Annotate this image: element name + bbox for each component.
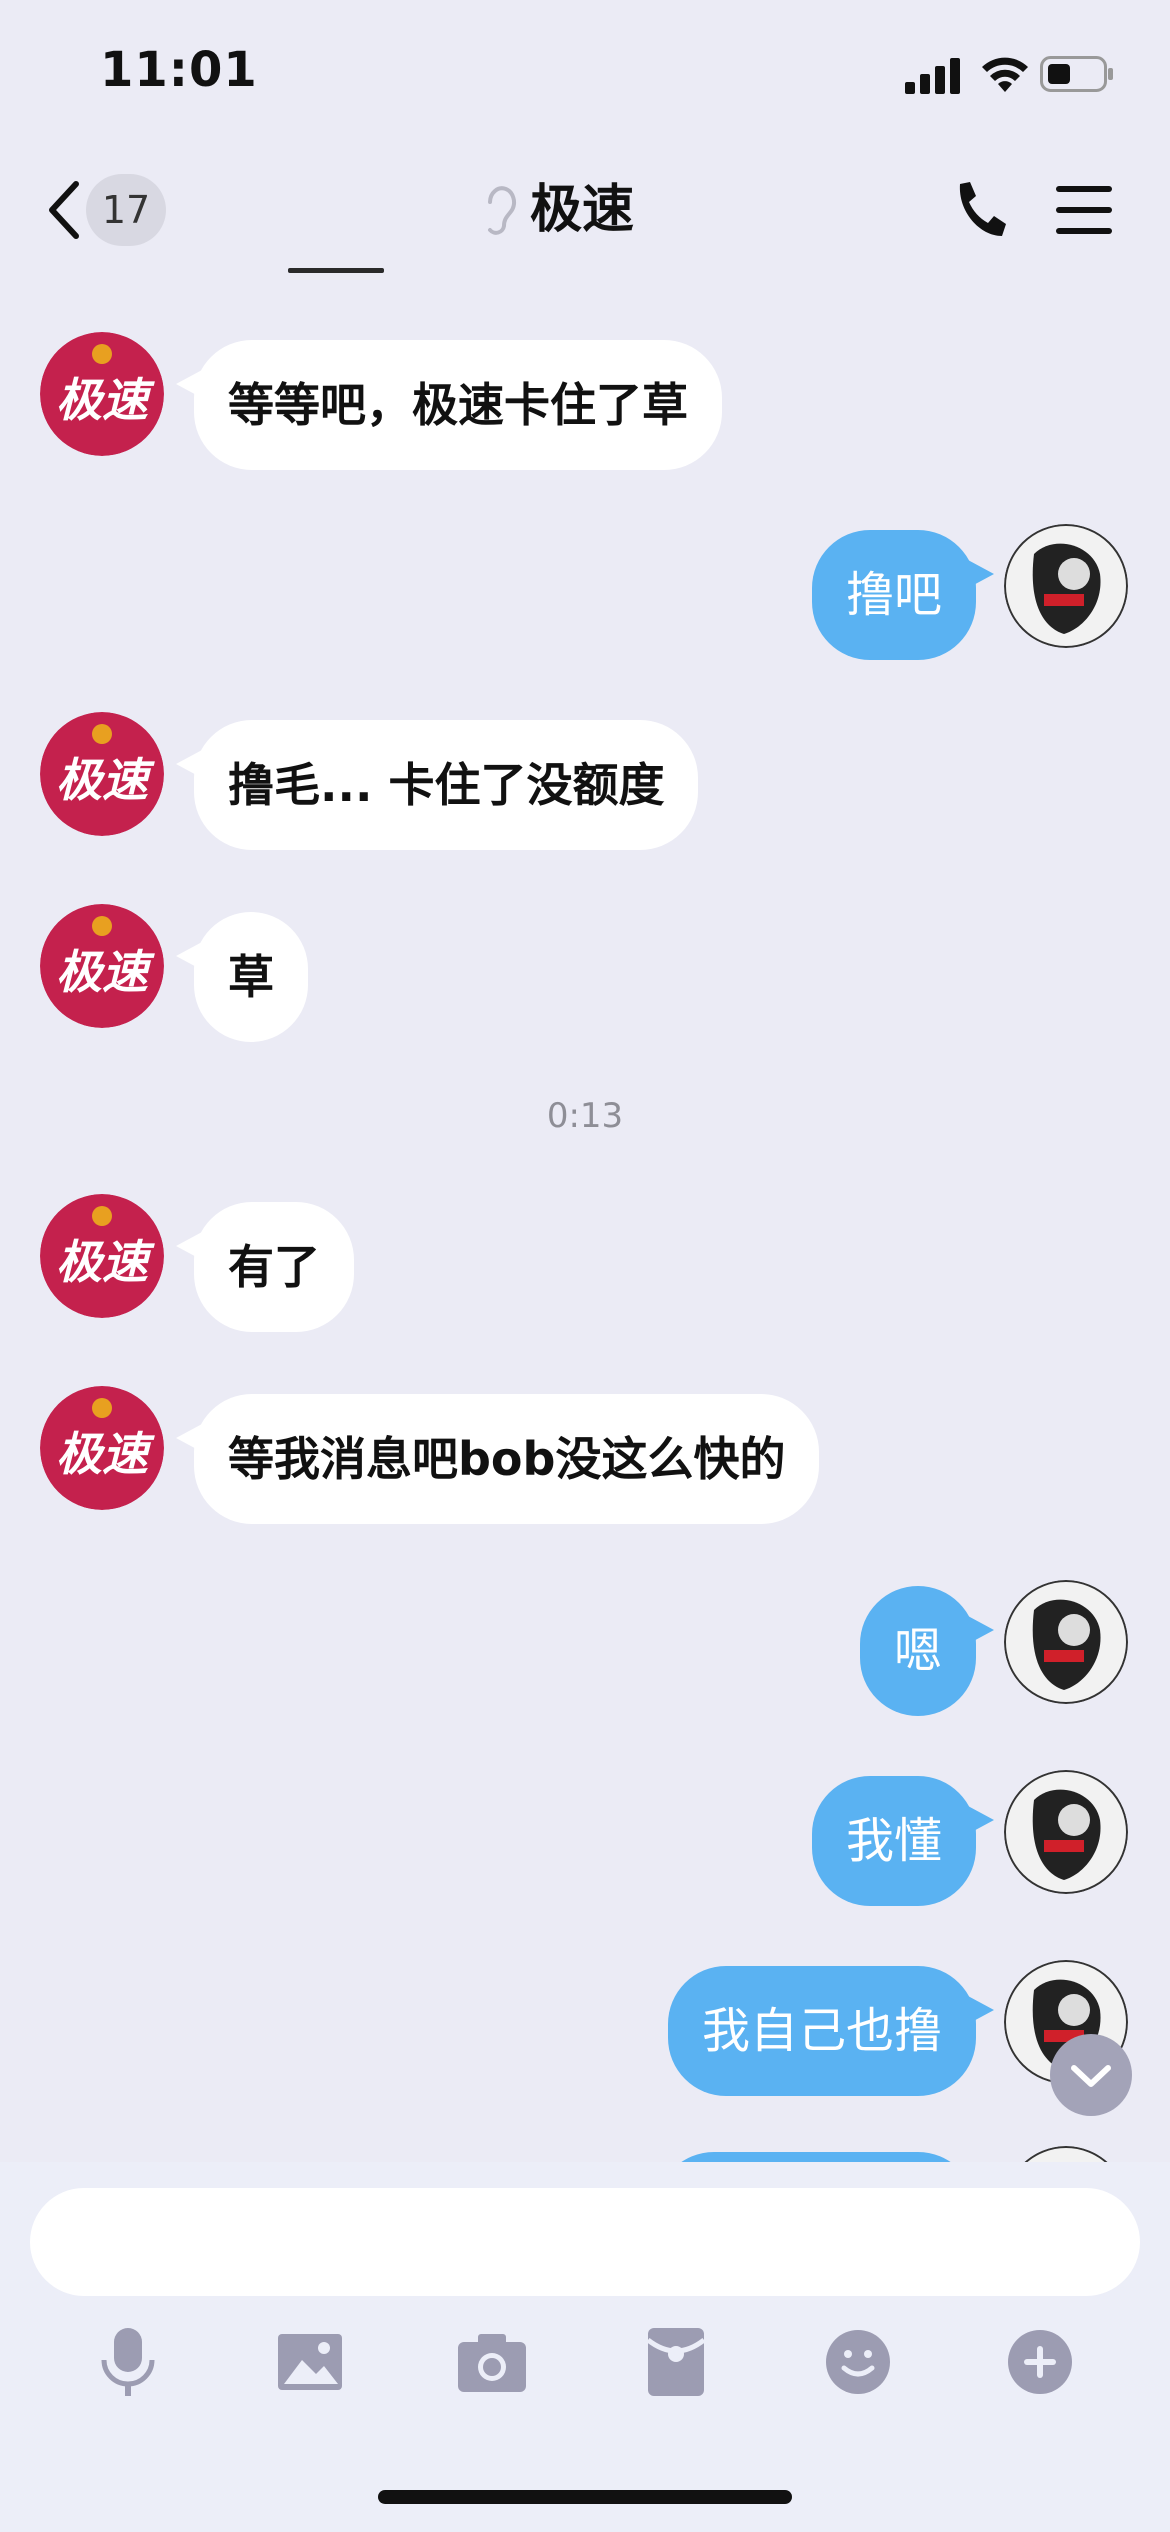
image-icon[interactable] <box>270 2322 350 2402</box>
message-text: 等等吧，极速卡住了草 <box>228 378 688 432</box>
message-text: 等我消息吧bob没这么快的 <box>228 1432 786 1486</box>
contact-avatar[interactable]: 极速 <box>40 1194 164 1318</box>
message-input[interactable] <box>30 2188 1140 2296</box>
self-avatar[interactable] <box>1004 524 1128 648</box>
chat-header: 17 极速 <box>0 150 1170 272</box>
message-bubble[interactable]: 草 <box>176 912 308 1042</box>
contact-avatar[interactable]: 极速 <box>40 1386 164 1510</box>
battery-icon <box>1040 56 1113 92</box>
svg-text:极速: 极速 <box>56 1235 155 1289</box>
profile-photo-icon <box>1004 524 1128 648</box>
message-text: 有了 <box>228 1240 320 1294</box>
emoji-icon[interactable] <box>818 2322 898 2402</box>
message-text: 撸毛... 卡住了没额度 <box>228 758 665 812</box>
menu-icon[interactable] <box>1056 182 1112 238</box>
divider <box>288 268 384 273</box>
message-bubble[interactable]: 等我消息吧bob没这么快的 <box>175 1394 820 1524</box>
ear-icon <box>488 186 516 235</box>
svg-text:极速: 极速 <box>56 753 155 807</box>
message-text: 我懂 <box>845 1813 942 1869</box>
contact-avatar[interactable]: 极速 <box>40 712 164 836</box>
unread-count-badge[interactable]: 17 <box>86 174 166 246</box>
svg-text:极速: 极速 <box>56 1427 155 1481</box>
back-chevron-icon[interactable] <box>44 178 84 242</box>
profile-photo-icon <box>1004 1580 1128 1704</box>
message-text: 草 <box>228 950 274 1004</box>
svg-text:极速: 极速 <box>56 373 155 427</box>
home-indicator <box>378 2490 792 2504</box>
message-timestamp: 0:13 <box>546 1096 624 1136</box>
message-bubble[interactable]: 嗯 <box>859 1586 995 1716</box>
message-bubble[interactable]: 等等吧，极速卡住了草 <box>176 340 722 470</box>
message-text: 我自己也撸 <box>701 2003 942 2059</box>
brand-logo-icon: 极速 <box>40 1194 164 1318</box>
message-bubble[interactable]: 我自己也撸 <box>667 1966 995 2096</box>
message-text: 嗯 <box>893 1623 942 1679</box>
profile-photo-icon <box>1004 1770 1128 1894</box>
message-bubble[interactable]: 撸毛... 卡住了没额度 <box>175 720 699 850</box>
chat-title: 极速 <box>530 180 635 240</box>
message-text: 撸吧 <box>845 567 942 623</box>
brand-logo-icon: 极速 <box>40 712 164 836</box>
self-avatar[interactable] <box>1004 1580 1128 1704</box>
wifi-icon <box>982 57 1028 92</box>
contact-avatar[interactable]: 极速 <box>40 332 164 456</box>
composer <box>0 2162 1170 2532</box>
scroll-to-bottom-button[interactable] <box>1050 2034 1132 2116</box>
message-bubble[interactable]: 有了 <box>176 1202 354 1332</box>
red-packet-icon[interactable] <box>636 2322 716 2402</box>
brand-logo-icon: 极速 <box>40 332 164 456</box>
self-avatar[interactable] <box>1004 1770 1128 1894</box>
plus-icon[interactable] <box>1000 2322 1080 2402</box>
contact-avatar[interactable]: 极速 <box>40 904 164 1028</box>
mic-icon[interactable] <box>88 2322 168 2402</box>
camera-icon[interactable] <box>452 2322 532 2402</box>
status-time: 11:01 <box>100 42 258 98</box>
chevron-down-icon <box>1071 2065 1111 2087</box>
svg-text:极速: 极速 <box>56 945 155 999</box>
phone-call-icon[interactable] <box>950 178 1006 242</box>
message-bubble[interactable]: 撸吧 <box>811 530 995 660</box>
status-bar: 11:01 <box>0 0 1170 150</box>
cellular-signal-icon <box>905 58 960 94</box>
message-bubble[interactable]: 我懂 <box>811 1776 995 1906</box>
brand-logo-icon: 极速 <box>40 904 164 1028</box>
brand-logo-icon: 极速 <box>40 1386 164 1510</box>
